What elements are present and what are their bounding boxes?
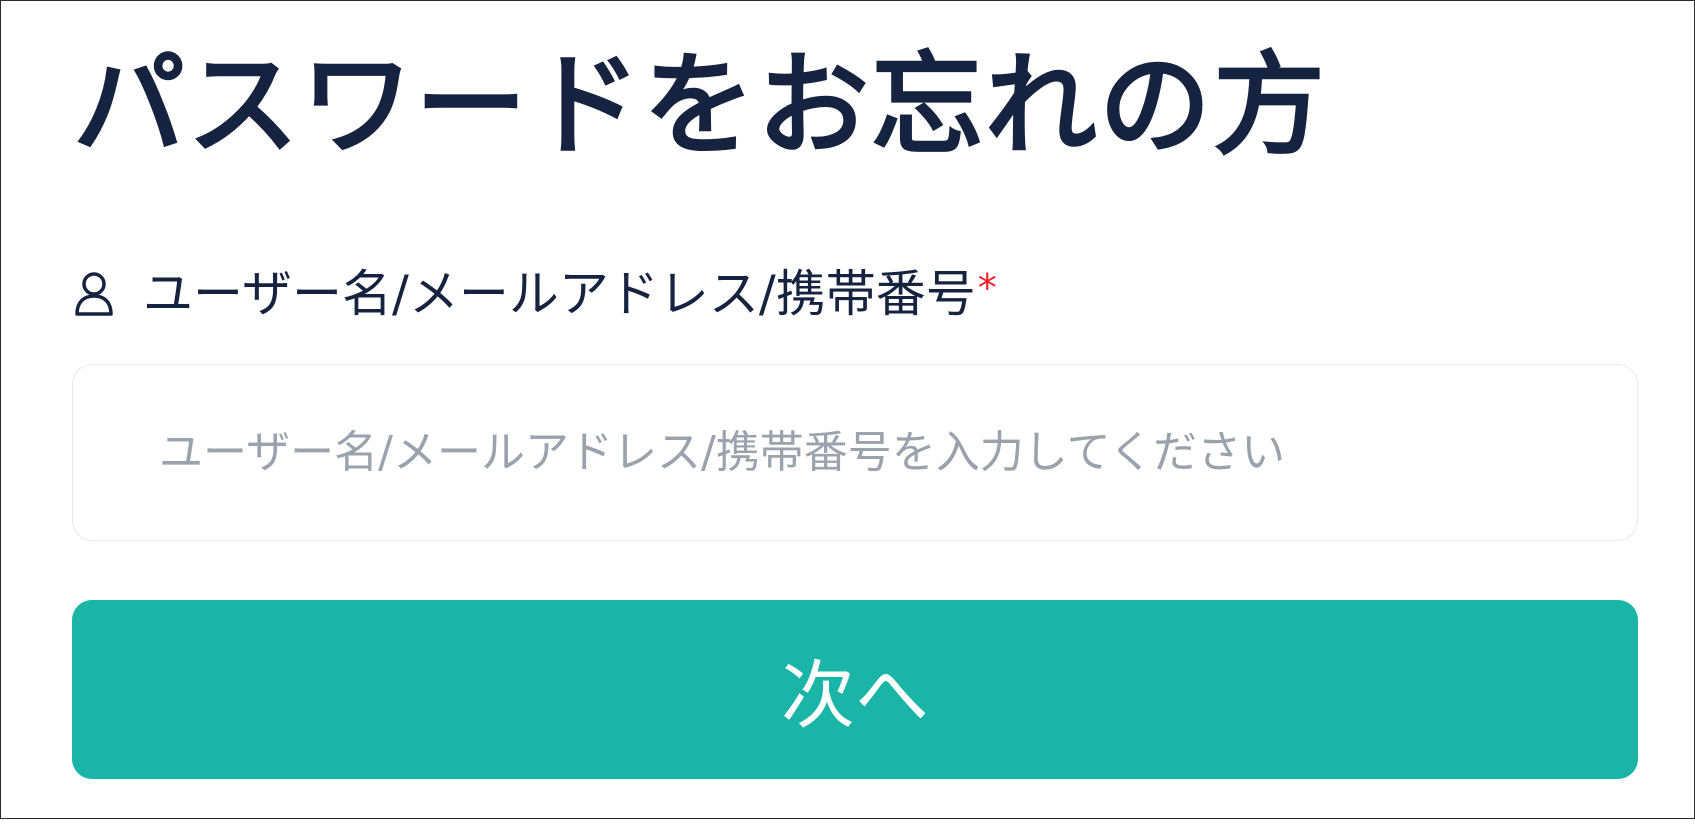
username-input[interactable] — [159, 365, 1637, 540]
page-title: パスワードをお忘れの方 — [73, 41, 1327, 171]
username-field-label: ユーザー名/メールアドレス/携帯番号 * — [73, 269, 997, 319]
user-icon — [73, 271, 115, 317]
username-input-box[interactable] — [72, 364, 1638, 541]
username-label-text: ユーザー名/メールアドレス/携帯番号 — [143, 265, 976, 323]
password-reset-panel: パスワードをお忘れの方 ユーザー名/メールアドレス/携帯番号 * 次へ — [0, 0, 1695, 819]
required-mark: * — [977, 266, 997, 310]
next-button[interactable]: 次へ — [72, 600, 1638, 779]
